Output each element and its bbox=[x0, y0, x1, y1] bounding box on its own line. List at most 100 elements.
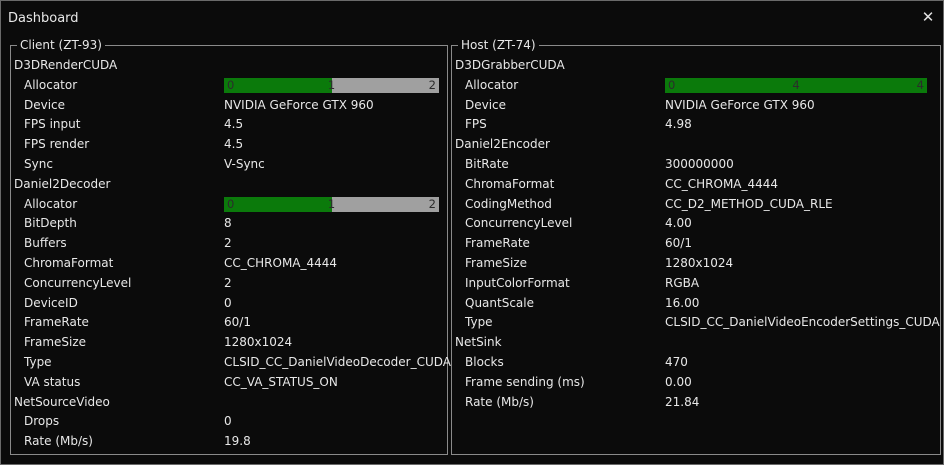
section-d3dgrabbercuda: D3DGrabberCUDA bbox=[452, 56, 940, 76]
close-icon[interactable]: ✕ bbox=[920, 8, 936, 26]
property-label: FrameRate bbox=[465, 236, 530, 251]
client-group: Client (ZT-93) D3DRenderCUDA Allocator 0… bbox=[10, 38, 451, 455]
allocator-progress-bar: 0 1 2 bbox=[224, 77, 439, 93]
allocator-mid: 4 bbox=[792, 77, 800, 92]
property-label: InputColorFormat bbox=[465, 275, 570, 290]
property-row-framesize: FrameSize 1280x1024 bbox=[11, 333, 447, 353]
section-netsink: NetSink bbox=[452, 333, 940, 353]
property-row-chromaformat: ChromaFormat CC_CHROMA_4444 bbox=[11, 254, 447, 274]
property-value: 21.84 bbox=[665, 394, 700, 409]
section-title: D3DGrabberCUDA bbox=[455, 58, 565, 72]
property-row-concurrencylevel: ConcurrencyLevel 2 bbox=[11, 274, 447, 294]
property-row-framerate: FrameRate 60/1 bbox=[11, 313, 447, 333]
allocator-max: 2 bbox=[428, 196, 436, 211]
property-value: NVIDIA GeForce GTX 960 bbox=[224, 97, 374, 112]
property-label: ChromaFormat bbox=[24, 255, 114, 270]
property-value: 1280x1024 bbox=[665, 255, 734, 270]
section-title: D3DRenderCUDA bbox=[14, 58, 118, 72]
section-title: Daniel2Encoder bbox=[455, 137, 550, 152]
property-value: 470 bbox=[665, 354, 688, 369]
property-row-va-status: VA status CC_VA_STATUS_ON bbox=[11, 373, 447, 393]
property-row-bitrate: BitRate 300000000 bbox=[452, 155, 940, 175]
property-value: 0.00 bbox=[665, 374, 692, 389]
property-value: 19.8 bbox=[224, 434, 251, 449]
property-row-framesize: FrameSize 1280x1024 bbox=[452, 254, 940, 274]
property-row-blocks: Blocks 470 bbox=[452, 353, 940, 373]
property-row-frame-sending: Frame sending (ms) 0.00 bbox=[452, 373, 940, 393]
section-daniel2encoder: Daniel2Encoder bbox=[452, 135, 940, 155]
client-group-title: Client (ZT-93) bbox=[17, 38, 105, 53]
property-label: ChromaFormat bbox=[465, 176, 555, 191]
property-value: 2 bbox=[224, 275, 232, 290]
property-value: 8 bbox=[224, 216, 232, 231]
property-label: BitRate bbox=[465, 156, 509, 171]
property-value: 4.00 bbox=[665, 216, 692, 231]
allocator-min: 0 bbox=[227, 196, 235, 211]
property-label: ConcurrencyLevel bbox=[24, 275, 132, 290]
allocator-progress-bar: 0 1 2 bbox=[224, 196, 439, 212]
property-row-bitdepth: BitDepth 8 bbox=[11, 214, 447, 234]
property-label: DeviceID bbox=[24, 295, 78, 310]
property-label: BitDepth bbox=[24, 216, 77, 231]
section-title: NetSink bbox=[455, 335, 502, 350]
allocator-mid: 1 bbox=[327, 77, 336, 92]
host-group-title: Host (ZT-74) bbox=[458, 38, 539, 53]
property-value: CC_VA_STATUS_ON bbox=[224, 374, 338, 389]
dashboard-window: Dashboard ✕ Client (ZT-93) D3DRenderCUDA… bbox=[0, 0, 944, 465]
property-value: CLSID_CC_DanielVideoDecoder_CUDA bbox=[224, 354, 451, 369]
property-row-allocator: Allocator 0 1 2 bbox=[11, 195, 447, 215]
section-daniel2decoder: Daniel2Decoder bbox=[11, 175, 447, 195]
property-row-fps: FPS 4.98 bbox=[452, 115, 940, 135]
property-row-sync: Sync V-Sync bbox=[11, 155, 447, 175]
property-value: 0 bbox=[224, 414, 232, 429]
property-value: 4.5 bbox=[224, 137, 244, 152]
property-row-allocator: Allocator 0 4 4 bbox=[452, 76, 940, 96]
section-title: NetSourceVideo bbox=[14, 394, 110, 409]
property-row-type: Type CLSID_CC_DanielVideoEncoderSettings… bbox=[452, 313, 940, 333]
property-label: Allocator bbox=[465, 77, 519, 92]
property-label: Buffers bbox=[24, 236, 67, 251]
property-value: CC_D2_METHOD_CUDA_RLE bbox=[665, 196, 833, 211]
property-value: V-Sync bbox=[224, 156, 265, 171]
property-row-fps-render: FPS render 4.5 bbox=[11, 135, 447, 155]
property-value: 60/1 bbox=[224, 315, 251, 330]
property-label: FrameSize bbox=[465, 255, 528, 270]
allocator-progress-fill bbox=[224, 196, 332, 212]
property-value: 60/1 bbox=[665, 236, 692, 251]
property-row-drops: Drops 0 bbox=[11, 412, 447, 432]
property-row-rate: Rate (Mb/s) 21.84 bbox=[452, 393, 940, 413]
property-row-buffers: Buffers 2 bbox=[11, 234, 447, 254]
property-label: Frame sending (ms) bbox=[465, 374, 585, 389]
property-value: RGBA bbox=[665, 275, 700, 290]
property-label: FPS input bbox=[24, 117, 81, 132]
property-row-inputcolorformat: InputColorFormat RGBA bbox=[452, 274, 940, 294]
property-row-quantscale: QuantScale 16.00 bbox=[452, 294, 940, 314]
property-label: ConcurrencyLevel bbox=[465, 216, 573, 231]
property-row-device: Device NVIDIA GeForce GTX 960 bbox=[452, 96, 940, 116]
property-label: Drops bbox=[24, 414, 60, 429]
property-label: FrameSize bbox=[24, 335, 87, 350]
property-label: VA status bbox=[24, 374, 81, 389]
property-label: CodingMethod bbox=[465, 196, 552, 211]
property-value: 1280x1024 bbox=[224, 335, 293, 350]
section-title: Daniel2Decoder bbox=[14, 176, 111, 191]
property-row-chromaformat: ChromaFormat CC_CHROMA_4444 bbox=[452, 175, 940, 195]
property-value: CC_CHROMA_4444 bbox=[224, 255, 338, 270]
property-row-allocator: Allocator 0 1 2 bbox=[11, 76, 447, 96]
property-label: Sync bbox=[24, 156, 53, 171]
section-d3drendercuda: D3DRenderCUDA bbox=[11, 56, 447, 76]
property-value: 0 bbox=[224, 295, 232, 310]
property-value: CC_CHROMA_4444 bbox=[665, 176, 779, 191]
property-label: Blocks bbox=[465, 354, 504, 369]
host-group: Host (ZT-74) D3DGrabberCUDA Allocator 0 … bbox=[451, 38, 941, 455]
allocator-max: 4 bbox=[916, 77, 924, 92]
section-netsourcevideo: NetSourceVideo bbox=[11, 393, 447, 413]
title-bar[interactable]: Dashboard ✕ bbox=[1, 1, 943, 35]
property-row-codingmethod: CodingMethod CC_D2_METHOD_CUDA_RLE bbox=[452, 195, 940, 215]
property-value: 4.98 bbox=[665, 117, 692, 132]
property-row-fps-input: FPS input 4.5 bbox=[11, 115, 447, 135]
allocator-progress-fill bbox=[224, 77, 332, 93]
property-label: QuantScale bbox=[465, 295, 534, 310]
window-title: Dashboard bbox=[8, 11, 79, 26]
property-row-device: Device NVIDIA GeForce GTX 960 bbox=[11, 96, 447, 116]
